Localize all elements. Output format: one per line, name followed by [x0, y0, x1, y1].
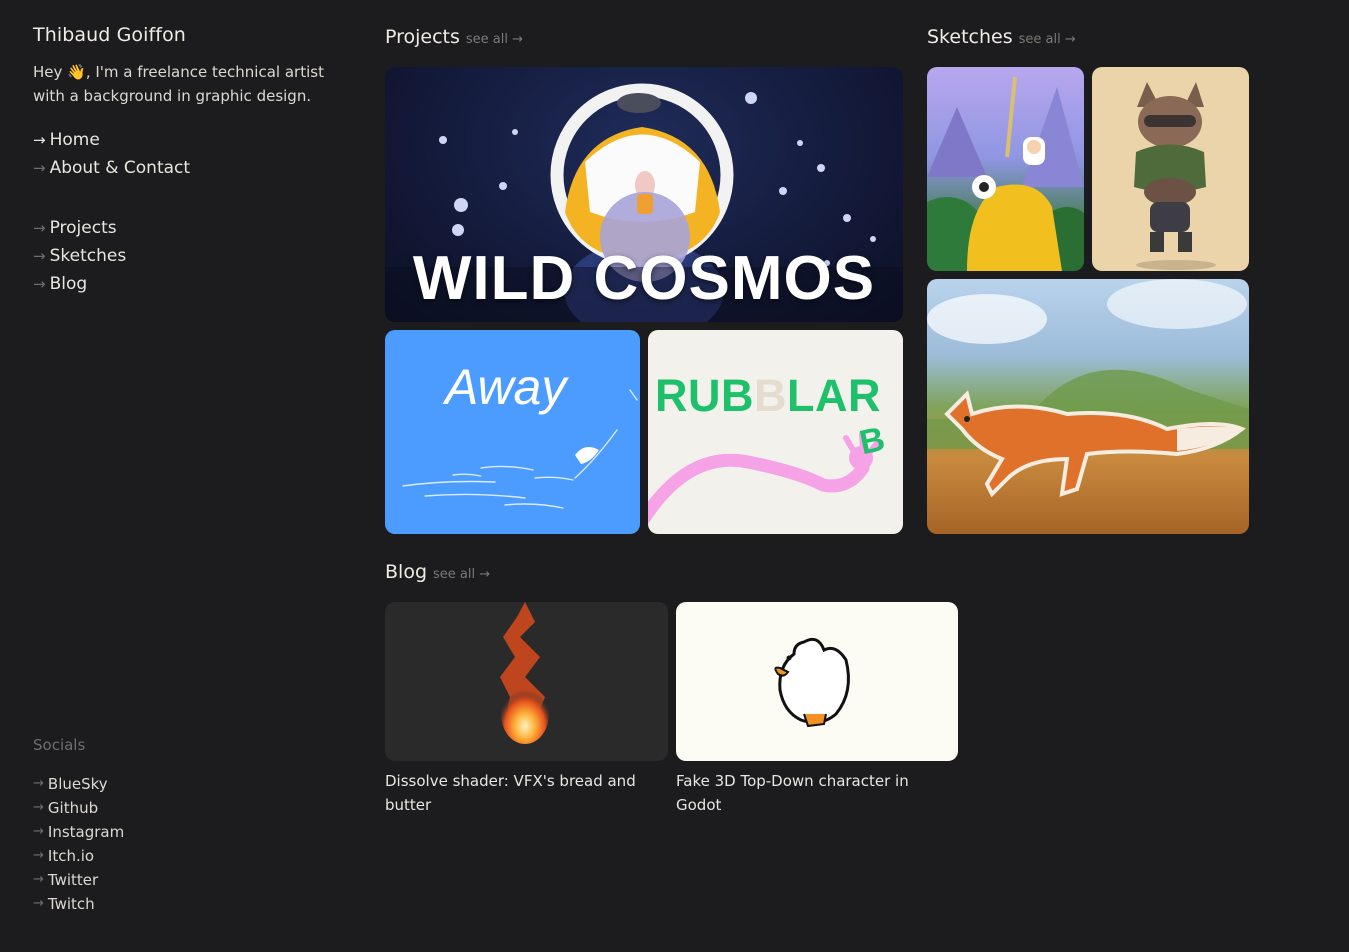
- sidebar: Thibaud Goiffon Hey 👋, I'm a freelance t…: [33, 24, 353, 298]
- arrow-right-icon: →: [33, 131, 46, 149]
- site-name-link[interactable]: Thibaud Goiffon: [33, 24, 186, 46]
- sketches-title[interactable]: Sketches: [927, 26, 1013, 48]
- sketches-see-all-link[interactable]: see all →: [1019, 32, 1076, 47]
- socials-list: → BlueSky → Github → Instagram → Itch.io → Tw…: [33, 772, 124, 916]
- fireball-illustration: [500, 602, 549, 744]
- nav-item-label: Blog: [49, 274, 88, 294]
- sketch-card-adventure-time[interactable]: [927, 67, 1084, 271]
- blog-header: Blog see all →: [385, 561, 490, 583]
- projects-see-all-link[interactable]: see all →: [466, 32, 523, 47]
- sketch-card-raccoon[interactable]: [1092, 67, 1249, 271]
- arrow-right-icon: →: [33, 219, 46, 237]
- blog-see-all-link[interactable]: see all →: [433, 567, 490, 582]
- project-title-wild-cosmos: WILD COSMOS: [412, 244, 876, 313]
- social-link-itchio[interactable]: → Itch.io: [33, 844, 124, 868]
- sketch-fox-illustration: [927, 279, 1249, 498]
- project-card-wild-cosmos[interactable]: WILD COSMOS: [385, 67, 903, 322]
- social-label: BlueSky: [47, 775, 108, 793]
- projects-title[interactable]: Projects: [385, 26, 460, 48]
- arrow-right-icon: →: [33, 247, 46, 265]
- nav-item-home[interactable]: → Home: [33, 126, 353, 154]
- arrow-right-icon: →: [33, 872, 44, 887]
- away-strokes-illustration: [402, 389, 638, 509]
- social-label: Twitch: [47, 895, 95, 913]
- main-nav: → Home → About & Contact: [33, 126, 353, 182]
- nav-item-label: Sketches: [49, 246, 127, 266]
- nav-item-label: Home: [49, 130, 100, 150]
- social-link-twitter[interactable]: → Twitter: [33, 868, 124, 892]
- arrow-right-icon: →: [33, 159, 46, 177]
- blog-card-dissolve-shader[interactable]: [385, 602, 668, 761]
- arrow-right-icon: →: [33, 800, 44, 815]
- nav-item-blog[interactable]: → Blog: [33, 270, 353, 298]
- sketches-header: Sketches see all →: [927, 26, 1076, 48]
- arrow-right-icon: →: [33, 848, 44, 863]
- social-link-twitch[interactable]: → Twitch: [33, 892, 124, 916]
- sketch-adventure-time-illustration: [927, 76, 1084, 271]
- arrow-right-icon: →: [33, 275, 46, 293]
- social-label: Instagram: [47, 823, 125, 841]
- social-label: Github: [47, 799, 99, 817]
- sections-nav: → Projects → Sketches → Blog: [33, 214, 353, 298]
- social-link-bluesky[interactable]: → BlueSky: [33, 772, 124, 796]
- social-link-github[interactable]: → Github: [33, 796, 124, 820]
- nav-item-label: About & Contact: [49, 158, 191, 178]
- blog-post-title-dissolve[interactable]: Dissolve shader: VFX's bread and butter: [385, 769, 660, 817]
- socials-heading: Socials: [33, 736, 86, 754]
- duck-illustration: [774, 637, 850, 728]
- arrow-right-icon: →: [33, 896, 44, 911]
- projects-header: Projects see all →: [385, 26, 523, 48]
- social-label: Itch.io: [47, 847, 95, 865]
- nav-item-sketches[interactable]: → Sketches: [33, 242, 353, 270]
- sketch-card-fox[interactable]: [927, 279, 1249, 534]
- project-card-away[interactable]: Away: [385, 330, 640, 534]
- blog-title[interactable]: Blog: [385, 561, 427, 583]
- blog-card-fake-3d-character[interactable]: [676, 602, 958, 761]
- intro-text: Hey 👋, I'm a freelance technical artist …: [33, 63, 324, 105]
- arrow-right-icon: →: [33, 776, 44, 791]
- socials-section: Socials → BlueSky → Github → Instagram → Itc…: [33, 736, 124, 916]
- social-label: Twitter: [47, 871, 99, 889]
- project-card-rubblar[interactable]: RUBBLAR B: [648, 330, 903, 534]
- nav-item-about-contact[interactable]: → About & Contact: [33, 154, 353, 182]
- nav-item-label: Projects: [49, 218, 117, 238]
- blog-post-title-fake-3d[interactable]: Fake 3D Top-Down character in Godot: [676, 769, 951, 817]
- arrow-right-icon: →: [33, 824, 44, 839]
- nav-item-projects[interactable]: → Projects: [33, 214, 353, 242]
- social-link-instagram[interactable]: → Instagram: [33, 820, 124, 844]
- sketch-raccoon-illustration: [1134, 82, 1216, 270]
